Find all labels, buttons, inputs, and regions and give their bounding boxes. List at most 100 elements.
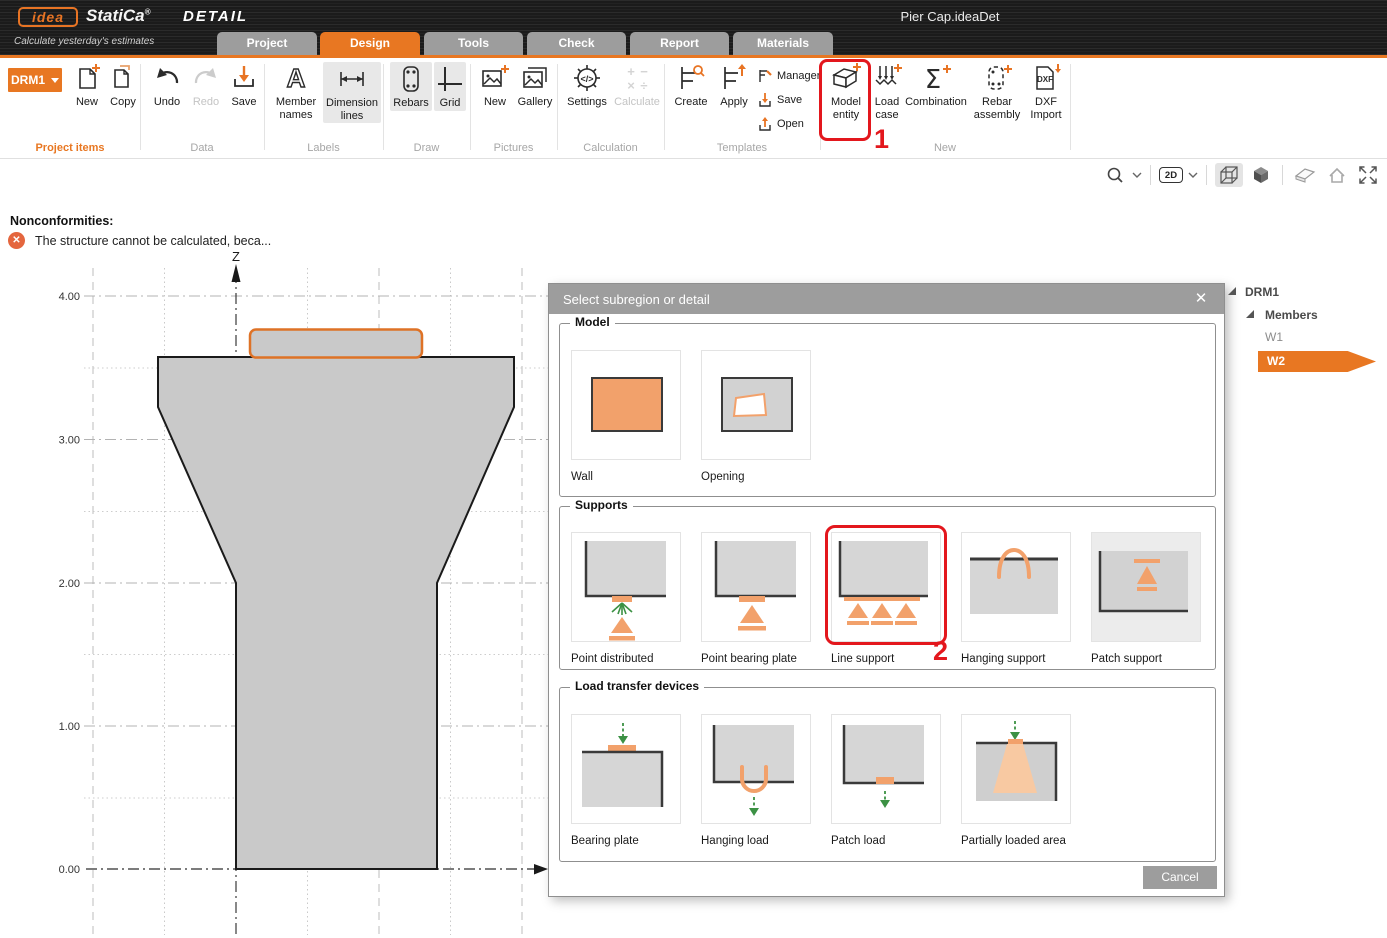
tile-point-distributed[interactable]: Point distributed [571,532,681,665]
tile-point-bearing-plate[interactable]: Point bearing plate [701,532,811,665]
tile-patch-support[interactable]: Patch support [1091,532,1201,665]
redo-button[interactable]: Redo [188,62,224,109]
ribbon-toolbar: DRM1 New Copy Project items Undo Redo [0,58,1387,159]
tab-materials[interactable]: Materials [733,32,833,55]
annotation-step1-number: 1 [874,124,889,155]
svg-text:−: − [640,64,648,79]
settings-button[interactable]: </> Settings [564,62,610,109]
select-subregion-dialog: Select subregion or detail ✕ Model Wall … [548,283,1225,897]
cancel-button[interactable]: Cancel [1143,866,1217,889]
registered-mark: ® [145,7,151,16]
tile-hanging-support[interactable]: Hanging support [961,532,1071,665]
group-label-calculation: Calculation [557,142,664,154]
template-open-button[interactable]: Open [757,116,804,132]
app-header: idea StatiCa® DETAIL Calculate yesterday… [0,0,1387,55]
group-separator [664,64,665,150]
tree-node-w2-selected[interactable]: W2 [1258,351,1376,372]
tab-report[interactable]: Report [630,32,729,55]
page-plus-icon [71,62,103,94]
group-label-pictures: Pictures [470,142,557,154]
undo-button[interactable]: Undo [146,62,188,109]
clip-view-button[interactable] [1291,165,1319,185]
toolbar-separator [1150,165,1151,185]
template-manager-button[interactable]: Manager [757,68,820,84]
tab-project[interactable]: Project [217,32,317,55]
template-apply-icon [718,62,750,94]
wall-icon [572,351,682,461]
module-name: DETAIL [183,8,248,25]
plate-member-w2-selected[interactable] [250,330,422,358]
dialog-titlebar[interactable]: Select subregion or detail ✕ [549,284,1224,314]
tile-hanging-load[interactable]: Hanging load [701,714,811,847]
dxf-import-button[interactable]: DXF DXF Import [1025,62,1067,121]
load-case-button[interactable]: Load case [871,62,903,121]
group-label-project-items: Project items [0,142,140,154]
view-mode-2d-button[interactable]: 2D [1159,167,1183,183]
tree-node-members[interactable]: Members [1265,308,1318,322]
tile-patch-load[interactable]: Patch load [831,714,941,847]
tree-node-w1[interactable]: W1 [1265,330,1283,344]
tab-tools[interactable]: Tools [424,32,523,55]
tick-0: 0.00 [59,864,80,876]
tile-opening[interactable]: Opening [701,350,811,483]
combination-button[interactable]: Σ Combination [903,62,969,109]
group-label-templates: Templates [664,142,820,154]
wireframe-view-button[interactable] [1215,163,1243,187]
grid-toggle[interactable]: Grid [434,62,466,111]
z-axis-arrow [232,264,241,282]
chevron-down-icon[interactable] [1132,171,1142,179]
tile-wall[interactable]: Wall [571,350,681,483]
save-template-icon [757,92,773,108]
dimension-lines-toggle[interactable]: Dimension lines [323,62,381,123]
dimension-icon [336,63,368,95]
rebar-assembly-button[interactable]: Rebar assembly [970,62,1024,121]
rebars-toggle[interactable]: Rebars [390,62,432,111]
zoom-tool-button[interactable] [1103,164,1127,186]
create-template-button[interactable]: Create [669,62,713,109]
close-icon[interactable]: ✕ [1190,289,1212,309]
group-label-data: Data [140,142,264,154]
project-item-selector[interactable]: DRM1 [8,68,62,92]
wedge-icon [1294,167,1316,183]
sigma-plus-icon: Σ [920,62,952,94]
hanging-support-icon [962,533,1072,643]
tab-design[interactable]: Design [320,32,420,55]
gallery-button[interactable]: Gallery [514,62,556,109]
group-separator [383,64,384,150]
new-picture-button[interactable]: New [477,62,513,109]
toolbar-separator [1282,165,1283,185]
group-separator [1070,64,1071,150]
tick-4: 4.00 [59,291,80,303]
model-group-label: Model [570,315,615,329]
tile-bearing-plate[interactable]: Bearing plate [571,714,681,847]
annotation-step2-highlight [825,525,947,645]
calculate-icon: + − × ÷ [621,62,653,94]
tree-node-drm1[interactable]: DRM1 [1245,285,1279,299]
home-view-button[interactable] [1324,164,1350,186]
template-save-button[interactable]: Save [757,92,802,108]
expand-icon [1358,165,1378,185]
structure-drawing[interactable]: Z 4.00 3.00 2.00 1.00 0.00 [0,160,560,938]
tile-partially-loaded-area[interactable]: Partially loaded area [961,714,1091,847]
expander-icon[interactable] [1246,310,1254,318]
chevron-down-icon[interactable] [1188,171,1198,179]
statica-logo-text: StatiCa® [86,6,150,26]
tab-check[interactable]: Check [527,32,626,55]
pier-member-w1[interactable] [158,357,514,869]
x-axis-arrow [534,864,548,875]
tick-3: 3.00 [59,435,80,447]
copy-project-item-button[interactable]: Copy [105,62,141,109]
tagline: Calculate yesterday's estimates [14,36,154,47]
member-names-toggle[interactable]: A Member names [270,62,322,121]
save-button[interactable]: Save [226,62,262,109]
new-project-item-button[interactable]: New [68,62,106,109]
svg-text:Σ: Σ [925,65,941,94]
picture-plus-icon [479,62,511,94]
apply-template-button[interactable]: Apply [714,62,754,109]
solid-view-button[interactable] [1248,163,1274,187]
rebar-assembly-icon [981,62,1013,94]
expander-icon[interactable] [1228,287,1236,295]
fit-view-button[interactable] [1355,163,1381,187]
calculate-button[interactable]: + − × ÷ Calculate [611,62,663,109]
annotation-step2-number: 2 [933,636,948,667]
